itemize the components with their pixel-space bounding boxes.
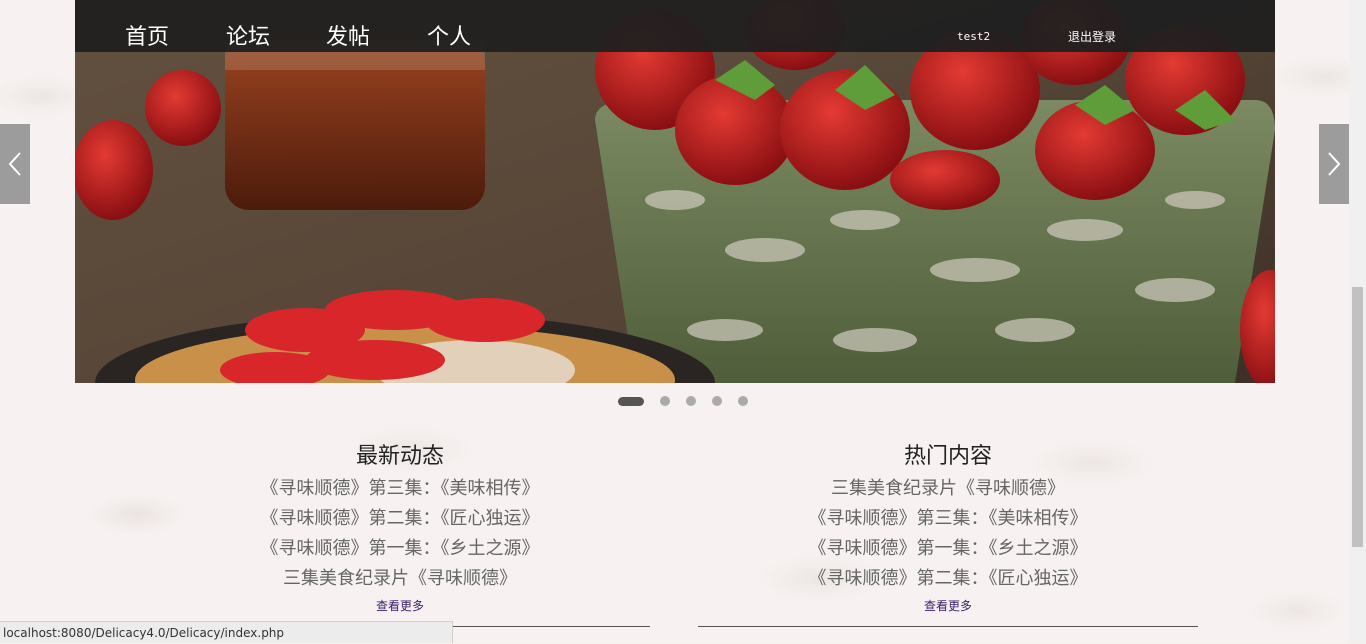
carousel-indicator-3[interactable] xyxy=(686,396,696,406)
list-item[interactable]: 三集美食纪录片《寻味顺德》 xyxy=(150,564,650,594)
hot-content-section: 热门内容 三集美食纪录片《寻味顺德》 《寻味顺德》第三集：《美味相传》 《寻味顺… xyxy=(698,440,1198,618)
carousel-slide-image xyxy=(75,0,1275,383)
latest-more-link[interactable]: 查看更多 xyxy=(150,594,650,618)
nav-personal[interactable]: 个人 xyxy=(427,24,471,52)
browser-status-bar: localhost:8080/Delicacy4.0/Delicacy/inde… xyxy=(0,621,453,643)
top-navbar: 首页 论坛 发帖 个人 test2 退出登录 xyxy=(75,0,1275,52)
username-link[interactable]: test2 xyxy=(957,30,990,43)
carousel-next-button[interactable] xyxy=(1319,124,1349,204)
divider xyxy=(698,626,1198,627)
logout-link[interactable]: 退出登录 xyxy=(1068,28,1116,45)
carousel-prev-button[interactable] xyxy=(0,124,30,204)
carousel-indicator-2[interactable] xyxy=(660,396,670,406)
carousel-indicator-4[interactable] xyxy=(712,396,722,406)
list-item[interactable]: 《寻味顺德》第一集：《乡土之源》 xyxy=(698,534,1198,564)
hero-carousel[interactable] xyxy=(75,0,1275,383)
list-item[interactable]: 《寻味顺德》第二集：《匠心独运》 xyxy=(150,504,650,534)
carousel-indicator-5[interactable] xyxy=(738,396,748,406)
nav-forum[interactable]: 论坛 xyxy=(226,24,270,52)
list-item[interactable]: 《寻味顺德》第二集：《匠心独运》 xyxy=(698,564,1198,594)
list-item[interactable]: 三集美食纪录片《寻味顺德》 xyxy=(698,474,1198,504)
carousel-indicator-1[interactable] xyxy=(618,396,644,406)
hot-content-title: 热门内容 xyxy=(903,444,992,469)
scrollbar-thumb[interactable] xyxy=(1352,287,1363,547)
latest-news-section: 最新动态 《寻味顺德》第三集：《美味相传》 《寻味顺德》第二集：《匠心独运》 《… xyxy=(150,440,650,618)
chevron-left-icon xyxy=(8,152,21,176)
list-item[interactable]: 《寻味顺德》第三集：《美味相传》 xyxy=(150,474,650,504)
carousel-indicators xyxy=(618,396,764,406)
latest-news-title: 最新动态 xyxy=(355,444,444,469)
nav-post[interactable]: 发帖 xyxy=(326,24,370,52)
list-item[interactable]: 《寻味顺德》第三集：《美味相传》 xyxy=(698,504,1198,534)
chevron-right-icon xyxy=(1328,152,1341,176)
hot-more-link[interactable]: 查看更多 xyxy=(698,594,1198,618)
nav-home[interactable]: 首页 xyxy=(125,24,169,52)
list-item[interactable]: 《寻味顺德》第一集：《乡土之源》 xyxy=(150,534,650,564)
page-scrollbar[interactable] xyxy=(1349,0,1366,643)
